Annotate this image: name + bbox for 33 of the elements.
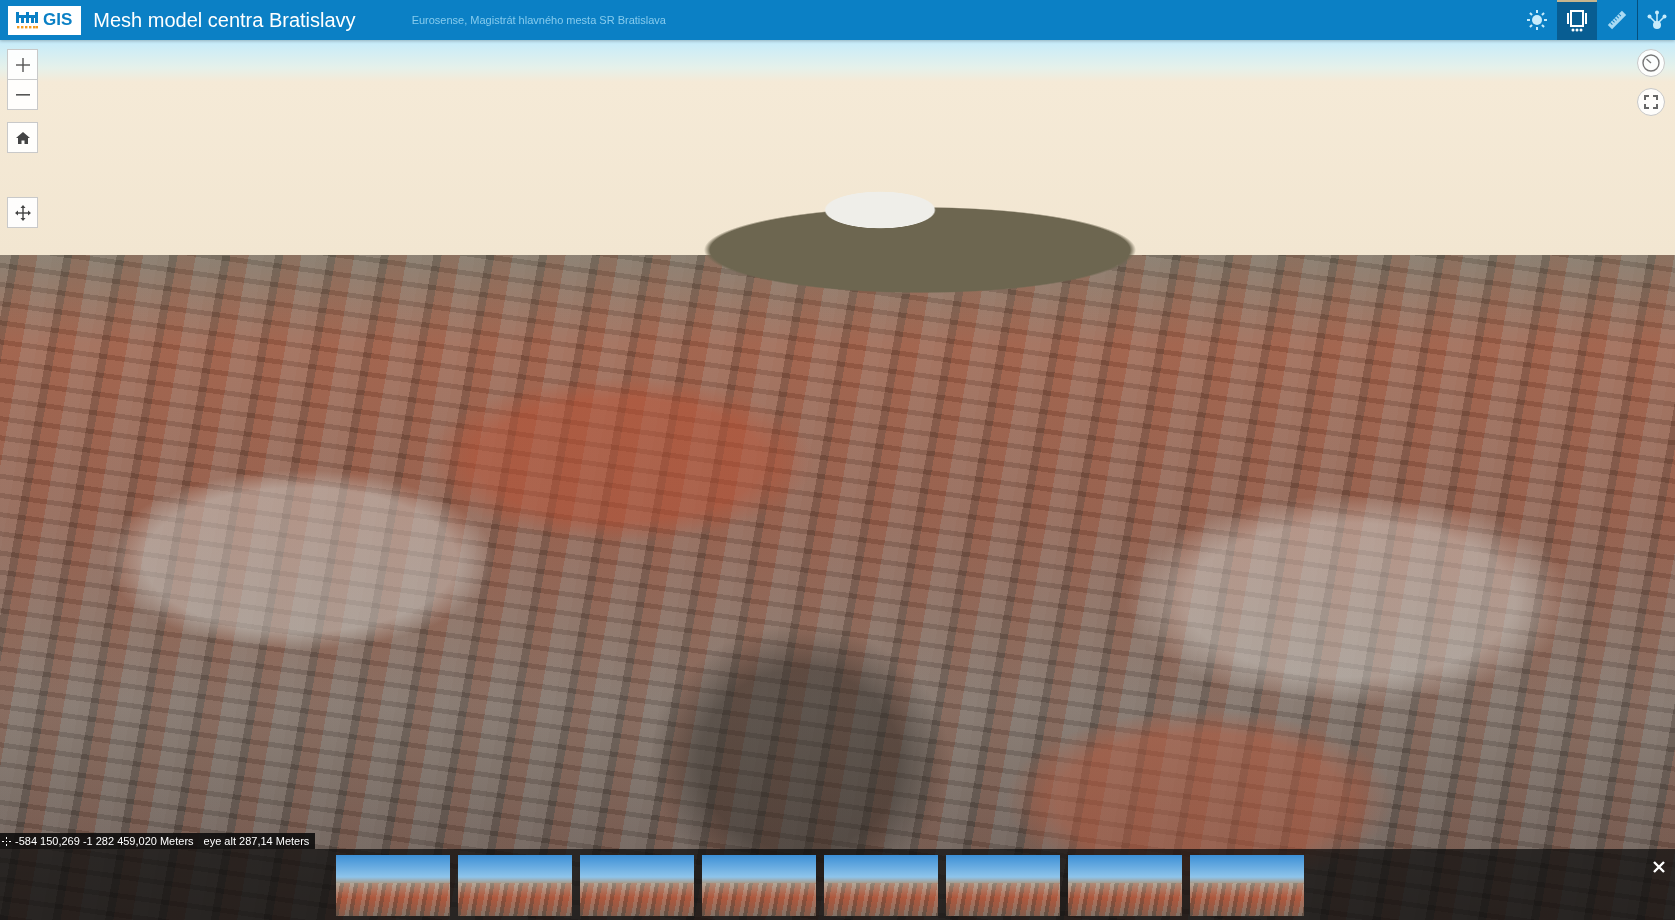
altitude-text: eye alt 287,14 Meters — [203, 835, 310, 847]
share-icon — [1646, 10, 1667, 30]
move-icon — [14, 204, 31, 221]
credits-text: Eurosense, Magistrát hlavného mesta SR Bratislava — [411, 14, 666, 26]
plus-icon — [15, 57, 30, 72]
coordinates-text: -584 150,269 -1 282 459,020 Meters — [15, 835, 194, 847]
slide-thumbnail[interactable] — [702, 855, 816, 916]
app-title: Mesh model centra Bratislavy — [93, 8, 356, 32]
home-icon — [15, 131, 30, 144]
close-button[interactable] — [1652, 860, 1666, 874]
slides-button[interactable] — [1557, 0, 1597, 40]
sun-icon — [1527, 10, 1547, 30]
slide-thumbnail[interactable] — [580, 855, 694, 916]
compass-icon — [1642, 54, 1660, 72]
fullscreen-icon — [1644, 95, 1658, 109]
home-button[interactable] — [7, 122, 38, 153]
pan-button[interactable] — [7, 197, 38, 228]
slide-thumbnail[interactable] — [336, 855, 450, 916]
slides-icon — [1566, 10, 1588, 32]
zoom-in-button[interactable] — [7, 49, 38, 80]
close-icon — [1653, 861, 1665, 873]
logo-text: GIS — [43, 10, 73, 30]
zoom-out-button[interactable] — [7, 79, 38, 110]
slide-thumbnail[interactable] — [824, 855, 938, 916]
logo-icon — [16, 10, 38, 30]
crosshair-icon — [2, 836, 11, 846]
slide-thumbnail[interactable] — [946, 855, 1060, 916]
compass-button[interactable] — [1637, 49, 1665, 77]
fullscreen-button[interactable] — [1637, 88, 1665, 116]
slide-thumbnail[interactable] — [1190, 855, 1304, 916]
slide-thumbnail[interactable] — [458, 855, 572, 916]
minus-icon — [15, 93, 30, 96]
slide-thumbnail[interactable] — [1068, 855, 1182, 916]
